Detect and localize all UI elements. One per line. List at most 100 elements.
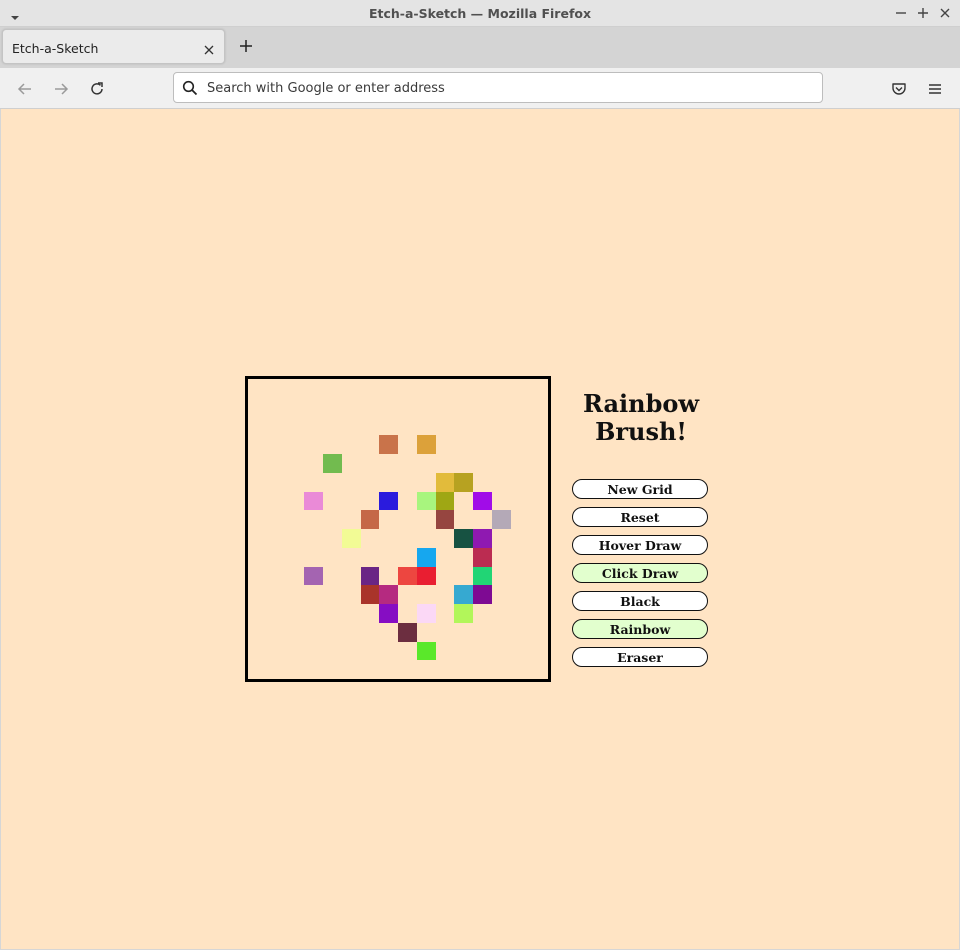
grid-cell[interactable] bbox=[492, 585, 511, 604]
grid-cell[interactable] bbox=[417, 510, 436, 529]
grid-cell[interactable] bbox=[492, 548, 511, 567]
grid-cell[interactable] bbox=[286, 454, 305, 473]
grid-cell[interactable] bbox=[435, 472, 455, 492]
grid-cell[interactable] bbox=[248, 623, 267, 642]
grid-cell[interactable] bbox=[267, 529, 286, 548]
new-tab-icon[interactable] bbox=[238, 38, 254, 54]
grid-cell[interactable] bbox=[454, 398, 473, 417]
grid-cell[interactable] bbox=[379, 473, 398, 492]
grid-cell[interactable] bbox=[511, 604, 530, 623]
grid-cell[interactable] bbox=[342, 398, 361, 417]
grid-cell[interactable] bbox=[436, 417, 455, 436]
address-bar[interactable] bbox=[173, 72, 823, 103]
grid-cell[interactable] bbox=[454, 529, 473, 548]
grid-cell[interactable] bbox=[342, 604, 361, 623]
grid-cell[interactable] bbox=[529, 492, 548, 511]
click-draw-button[interactable]: Click Draw bbox=[572, 563, 708, 583]
close-tab-icon[interactable] bbox=[203, 41, 215, 55]
grid-cell[interactable] bbox=[398, 510, 417, 529]
app-menu-icon[interactable] bbox=[926, 80, 944, 98]
pocket-icon[interactable] bbox=[890, 80, 908, 98]
grid-cell[interactable] bbox=[398, 585, 417, 604]
grid-cell[interactable] bbox=[304, 660, 323, 679]
grid-cell[interactable] bbox=[248, 454, 267, 473]
grid-cell[interactable] bbox=[286, 567, 305, 586]
grid-cell[interactable] bbox=[304, 510, 323, 529]
black-button[interactable]: Black bbox=[572, 591, 708, 611]
grid-cell[interactable] bbox=[304, 566, 323, 586]
grid-cell[interactable] bbox=[323, 548, 342, 567]
grid-cell[interactable] bbox=[248, 379, 267, 398]
grid-cell[interactable] bbox=[379, 491, 398, 511]
grid-cell[interactable] bbox=[491, 510, 511, 529]
grid-cell[interactable] bbox=[492, 379, 511, 398]
sketch-grid[interactable] bbox=[248, 379, 548, 679]
grid-cell[interactable] bbox=[454, 567, 473, 586]
reload-icon[interactable] bbox=[88, 80, 106, 98]
grid-cell[interactable] bbox=[304, 585, 323, 604]
grid-cell[interactable] bbox=[267, 604, 286, 623]
grid-cell[interactable] bbox=[473, 642, 492, 661]
grid-cell[interactable] bbox=[398, 398, 417, 417]
grid-cell[interactable] bbox=[435, 510, 455, 529]
grid-cell[interactable] bbox=[379, 604, 398, 623]
grid-cell[interactable] bbox=[492, 623, 511, 642]
grid-cell[interactable] bbox=[304, 398, 323, 417]
grid-cell[interactable] bbox=[454, 492, 473, 511]
grid-cell[interactable] bbox=[492, 604, 511, 623]
grid-cell[interactable] bbox=[286, 642, 305, 661]
minimize-icon[interactable] bbox=[893, 5, 909, 21]
grid-cell[interactable] bbox=[529, 454, 548, 473]
grid-cell[interactable] bbox=[361, 623, 380, 642]
grid-cell[interactable] bbox=[398, 566, 417, 586]
grid-cell[interactable] bbox=[417, 660, 436, 679]
grid-cell[interactable] bbox=[267, 398, 286, 417]
grid-cell[interactable] bbox=[286, 660, 305, 679]
grid-cell[interactable] bbox=[436, 379, 455, 398]
tab-etch-a-sketch[interactable]: Etch-a-Sketch bbox=[2, 29, 225, 64]
grid-cell[interactable] bbox=[398, 642, 417, 661]
grid-cell[interactable] bbox=[304, 604, 323, 623]
grid-cell[interactable] bbox=[248, 567, 267, 586]
grid-cell[interactable] bbox=[379, 623, 398, 642]
grid-cell[interactable] bbox=[304, 529, 323, 548]
grid-cell[interactable] bbox=[416, 566, 436, 586]
grid-cell[interactable] bbox=[473, 566, 492, 586]
grid-cell[interactable] bbox=[323, 473, 342, 492]
hover-draw-button[interactable]: Hover Draw bbox=[572, 535, 708, 555]
grid-cell[interactable] bbox=[417, 454, 436, 473]
grid-cell[interactable] bbox=[436, 548, 455, 567]
grid-cell[interactable] bbox=[416, 435, 436, 454]
grid-cell[interactable] bbox=[304, 642, 323, 661]
grid-cell[interactable] bbox=[248, 435, 267, 454]
grid-cell[interactable] bbox=[323, 417, 342, 436]
grid-cell[interactable] bbox=[267, 454, 286, 473]
grid-cell[interactable] bbox=[473, 379, 492, 398]
grid-cell[interactable] bbox=[454, 435, 473, 454]
grid-cell[interactable] bbox=[248, 585, 267, 604]
grid-cell[interactable] bbox=[286, 604, 305, 623]
grid-cell[interactable] bbox=[379, 548, 398, 567]
grid-cell[interactable] bbox=[529, 642, 548, 661]
grid-cell[interactable] bbox=[529, 379, 548, 398]
rainbow-button[interactable]: Rainbow bbox=[572, 619, 708, 639]
grid-cell[interactable] bbox=[286, 473, 305, 492]
new-grid-button[interactable]: New Grid bbox=[572, 479, 708, 499]
grid-cell[interactable] bbox=[511, 642, 530, 661]
grid-cell[interactable] bbox=[342, 492, 361, 511]
grid-cell[interactable] bbox=[286, 492, 305, 511]
grid-cell[interactable] bbox=[323, 454, 342, 473]
grid-cell[interactable] bbox=[342, 548, 361, 567]
grid-cell[interactable] bbox=[454, 604, 473, 623]
grid-cell[interactable] bbox=[436, 604, 455, 623]
grid-cell[interactable] bbox=[454, 548, 473, 567]
grid-cell[interactable] bbox=[361, 492, 380, 511]
grid-cell[interactable] bbox=[473, 529, 492, 548]
grid-cell[interactable] bbox=[416, 641, 436, 661]
grid-cell[interactable] bbox=[511, 492, 530, 511]
grid-cell[interactable] bbox=[361, 642, 380, 661]
grid-cell[interactable] bbox=[267, 379, 286, 398]
grid-cell[interactable] bbox=[248, 660, 267, 679]
grid-cell[interactable] bbox=[342, 642, 361, 661]
grid-cell[interactable] bbox=[379, 454, 398, 473]
